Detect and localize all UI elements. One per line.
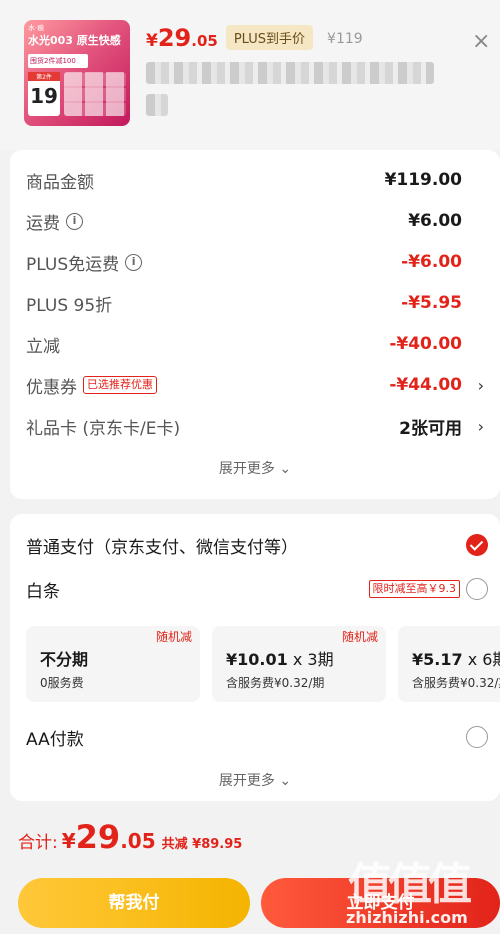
price-integer: 29 <box>157 24 192 52</box>
fee-value: -¥44.00 <box>389 375 462 395</box>
payment-option-label: 白条 <box>26 581 60 602</box>
chevron-right-icon: › <box>477 375 484 395</box>
product-thumbnail[interactable]: 水·痕 水光003 原生快感 囤货2件减100 第2件 19 <box>24 20 130 126</box>
installment-plan-6[interactable]: ¥5.17 x 6期 含服务费¥0.32/期 <box>398 626 500 702</box>
total-integer: 29 <box>75 818 121 856</box>
payment-option-label: 普通支付（京东支付、微信支付等） <box>26 537 298 558</box>
fee-row-shipping: 运费 i ¥6.00 <box>26 209 484 234</box>
installment-plan-3[interactable]: 随机减 ¥10.01 x 3期 含服务费¥0.32/期 <box>212 626 386 702</box>
thumbnail-calendar: 第2件 19 <box>28 72 60 116</box>
plan-fee-note: 含服务费¥0.32/期 <box>412 676 500 690</box>
fees-expand-more[interactable]: 展开更多 ⌄ <box>10 458 500 478</box>
payment-option-normal[interactable]: 普通支付（京东支付、微信支付等） <box>26 531 488 559</box>
fee-value: ¥6.00 <box>408 211 462 231</box>
thumbnail-product-grid <box>64 72 126 116</box>
product-header: 水·痕 水光003 原生快感 囤货2件减100 第2件 19 ¥29.05 PL… <box>0 0 500 150</box>
ask-friend-pay-button[interactable]: 帮我付 <box>18 878 250 928</box>
original-price: ¥119 <box>327 31 363 47</box>
plan-title: ¥5.17 x 6期 <box>412 646 500 670</box>
order-total: 合计: ¥ 29 .05 共减 ¥89.95 <box>18 818 242 858</box>
plan-amount: 不分期 <box>40 650 89 669</box>
info-icon[interactable]: i <box>125 253 143 271</box>
payment-option-aa[interactable]: AA付款 <box>26 723 488 751</box>
price-currency: ¥ <box>146 31 158 51</box>
fee-row-goods-amount: 商品金额 ¥119.00 <box>26 168 484 193</box>
payment-option-label: AA付款 <box>26 729 84 750</box>
plan-periods: x 6期 <box>467 650 500 669</box>
fee-label-wrap: PLUS免运费 i <box>26 250 143 275</box>
random-discount-tag: 随机减 <box>155 630 192 644</box>
total-label: 合计: <box>18 833 58 853</box>
plan-amount: ¥10.01 <box>226 650 288 669</box>
fee-value: -¥40.00 <box>389 334 462 354</box>
installment-plan-none[interactable]: 随机减 不分期 0服务费 <box>26 626 200 702</box>
plan-title: ¥10.01 x 3期 <box>226 646 334 670</box>
fee-label: 运费 <box>26 213 60 234</box>
fee-row-plus-free-shipping: PLUS免运费 i -¥6.00 <box>26 250 484 275</box>
radio-unchecked-icon[interactable] <box>466 726 488 748</box>
blurred-product-title-line2 <box>146 94 168 116</box>
price-row: ¥29.05 PLUS到手价 ¥119 <box>146 24 363 54</box>
plan-fee-note: 0服务费 <box>40 676 84 690</box>
fee-row-gift-card[interactable]: 礼品卡 (京东卡/E卡) 2张可用 › <box>26 414 484 439</box>
random-discount-tag: 随机减 <box>341 630 378 644</box>
thumbnail-title: 水光003 原生快感 <box>28 34 121 47</box>
fee-row-instant-discount: 立减 -¥40.00 <box>26 332 484 357</box>
plus-price-badge: PLUS到手价 <box>225 25 314 50</box>
total-decimal: .05 <box>120 829 156 853</box>
fee-label-wrap: 优惠券 已选推荐优惠 <box>26 373 157 398</box>
payment-option-baitiao[interactable]: 白条 限时减至高￥9.3 <box>26 575 488 603</box>
fee-value: -¥5.95 <box>401 293 462 313</box>
installment-plans: 随机减 不分期 0服务费 随机减 ¥10.01 x 3期 含服务费¥0.32/期… <box>26 626 500 702</box>
thumbnail-promo: 囤货2件减100 <box>28 54 88 68</box>
fee-value: 2张可用 <box>399 418 462 439</box>
fee-summary-card: 商品金额 ¥119.00 运费 i ¥6.00 PLUS免运费 i -¥6.00 P… <box>10 150 500 499</box>
fee-value: ¥119.00 <box>384 170 462 190</box>
price-decimal: .05 <box>191 32 218 50</box>
close-icon[interactable]: × <box>472 30 490 54</box>
chevron-right-icon: › <box>477 416 484 436</box>
payment-expand-more[interactable]: 展开更多 ⌄ <box>10 770 500 790</box>
fee-label-wrap: 运费 i <box>26 209 83 234</box>
radio-unchecked-icon[interactable] <box>466 578 488 600</box>
pay-now-button[interactable]: 立即支付 <box>261 878 500 928</box>
fee-label: PLUS 95折 <box>26 295 113 316</box>
fee-row-coupon[interactable]: 优惠券 已选推荐优惠 -¥44.00 › <box>26 373 484 398</box>
fee-row-plus-discount: PLUS 95折 -¥5.95 <box>26 291 484 316</box>
baitiao-promo-tag: 限时减至高￥9.3 <box>368 580 460 598</box>
info-icon[interactable]: i <box>66 212 83 230</box>
fee-label: 优惠券 <box>26 377 77 398</box>
plan-title: 不分期 <box>40 646 88 670</box>
plan-periods: x 3期 <box>287 650 334 669</box>
total-currency: ¥ <box>61 829 76 853</box>
calendar-label: 第2件 <box>28 72 60 81</box>
payment-method-card: 普通支付（京东支付、微信支付等） 白条 限时减至高￥9.3 随机减 不分期 0服… <box>10 514 500 801</box>
fee-label: PLUS免运费 <box>26 254 120 275</box>
blurred-product-title-line1 <box>146 62 434 84</box>
total-saved: 共减 ¥89.95 <box>161 837 243 852</box>
fee-label: 立减 <box>26 336 60 357</box>
plus-price: ¥29.05 <box>146 24 218 52</box>
fee-label: 礼品卡 (京东卡/E卡) <box>26 418 181 439</box>
radio-checked-icon[interactable] <box>466 534 488 556</box>
plan-amount: ¥5.17 <box>412 650 463 669</box>
plan-fee-note: 含服务费¥0.32/期 <box>226 676 325 690</box>
fee-value: -¥6.00 <box>401 252 462 272</box>
calendar-day: 19 <box>30 84 58 108</box>
coupon-recommend-tag: 已选推荐优惠 <box>83 376 157 394</box>
fee-label: 商品金额 <box>26 172 94 193</box>
